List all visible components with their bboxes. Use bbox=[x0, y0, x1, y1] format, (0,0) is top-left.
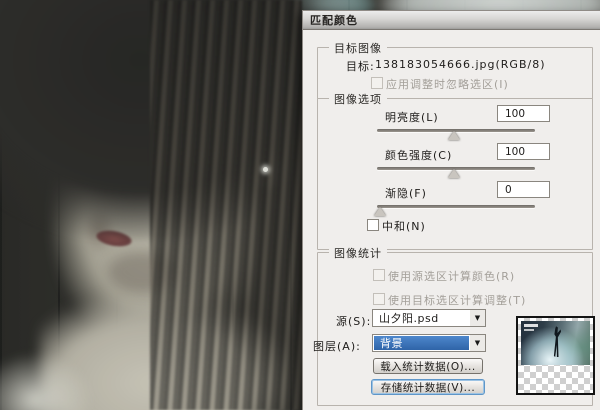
luminance-slider-thumb[interactable] bbox=[448, 131, 460, 140]
use-target-selection-checkbox bbox=[373, 293, 385, 305]
luminance-input[interactable] bbox=[497, 105, 550, 122]
source-preview-image bbox=[521, 321, 590, 365]
ignore-selection-checkbox bbox=[371, 77, 383, 89]
source-dropdown-value: 山夕阳.psd bbox=[373, 310, 470, 326]
chevron-down-icon[interactable]: ▼ bbox=[470, 310, 485, 326]
use-source-selection-label: 使用源选区计算颜色(R) bbox=[388, 268, 515, 284]
save-statistics-button[interactable]: 存储统计数据(V)... bbox=[371, 379, 485, 395]
dialog-titlebar[interactable]: 匹配颜色 bbox=[303, 11, 600, 30]
use-target-selection-label: 使用目标选区计算调整(T) bbox=[388, 292, 526, 308]
color-intensity-slider-thumb[interactable] bbox=[448, 169, 460, 178]
source-label: 源(S): bbox=[336, 313, 371, 329]
thumbnail-text-line bbox=[524, 329, 534, 331]
layer-dropdown[interactable]: 背景 ▼ bbox=[372, 334, 486, 352]
image-options-group-label: 图像选项 bbox=[329, 91, 387, 107]
photoshop-canvas: 匹配颜色 目标图像 目标: 138183054666.jpg(RGB/8) 应用… bbox=[0, 0, 600, 410]
load-statistics-button[interactable]: 载入统计数据(O)... bbox=[373, 358, 483, 374]
target-filename: 138183054666.jpg(RGB/8) bbox=[375, 58, 546, 71]
target-label: 目标: bbox=[346, 58, 375, 74]
color-intensity-slider[interactable] bbox=[377, 165, 535, 177]
color-intensity-label: 颜色强度(C) bbox=[385, 147, 452, 163]
use-source-selection-checkbox bbox=[373, 269, 385, 281]
color-intensity-input[interactable] bbox=[497, 143, 550, 160]
source-preview-thumbnail bbox=[516, 316, 595, 395]
target-image-group-label: 目标图像 bbox=[329, 40, 387, 56]
source-dropdown[interactable]: 山夕阳.psd ▼ bbox=[372, 309, 486, 327]
dialog-title: 匹配颜色 bbox=[310, 12, 358, 28]
neutralize-label: 中和(N) bbox=[382, 218, 426, 234]
luminance-label: 明亮度(L) bbox=[385, 109, 439, 125]
luminance-slider[interactable] bbox=[377, 127, 535, 139]
fade-slider-track[interactable] bbox=[377, 205, 535, 208]
match-color-dialog: 匹配颜色 目标图像 目标: 138183054666.jpg(RGB/8) 应用… bbox=[302, 10, 600, 410]
fade-slider[interactable] bbox=[377, 203, 535, 215]
neutralize-checkbox[interactable] bbox=[367, 219, 379, 231]
layer-label: 图层(A): bbox=[313, 338, 361, 354]
dancer-silhouette bbox=[553, 326, 561, 357]
fade-label: 渐隐(F) bbox=[385, 185, 427, 201]
fade-input[interactable] bbox=[497, 181, 550, 198]
ignore-selection-label: 应用调整时忽略选区(I) bbox=[386, 76, 509, 92]
chevron-down-icon[interactable]: ▼ bbox=[470, 335, 485, 351]
thumbnail-text-line bbox=[524, 324, 538, 327]
image-statistics-group-label: 图像统计 bbox=[329, 245, 387, 261]
fade-slider-thumb[interactable] bbox=[374, 207, 386, 216]
layer-dropdown-value: 背景 bbox=[374, 336, 469, 350]
